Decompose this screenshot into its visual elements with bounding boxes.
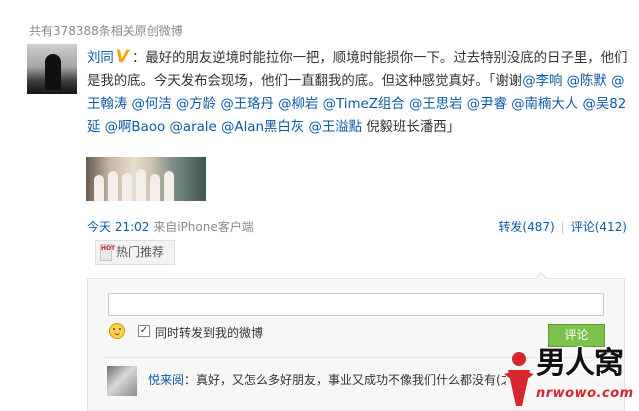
post-image-thumbnail[interactable] [86, 157, 206, 201]
comment-colon: ： [184, 373, 197, 387]
mention-link[interactable]: @王溢點 [308, 120, 362, 135]
post-body: 刘同 V ：最好的朋友逆境时能拉你一把，顺境时能损你一下。过去特别没底的日子里，他们… [87, 46, 632, 139]
mention-link[interactable]: @Alan黑白灰 [221, 120, 304, 135]
comment-link[interactable]: 评论(412) [571, 220, 627, 234]
emoticon-icon[interactable] [109, 323, 125, 339]
post-text-tail: 倪毅班长潘西」 [362, 120, 460, 135]
comment-panel-arrow-inner [536, 274, 546, 279]
site-watermark: 男人窝 nrwowo.com [500, 346, 635, 410]
mention-link[interactable]: @方龄 [176, 97, 216, 112]
hot-recommend-label: 热门推荐 [116, 245, 165, 259]
hot-recommend-button[interactable]: HOT 热门推荐 [95, 240, 175, 265]
post-time-link[interactable]: 今天 21:02 [87, 220, 149, 234]
repost-checkbox-label[interactable]: 同时转发到我的微博 [155, 324, 263, 341]
hot-flag-icon: HOT [100, 244, 115, 261]
mention-link[interactable]: @陈默 [567, 74, 607, 89]
mention-link[interactable]: @柳岩 [278, 97, 318, 112]
post-meta: 今天 21:02 来自iPhone客户端 [87, 218, 254, 235]
search-result-count: 共有378388条相关原创微博 [29, 24, 183, 38]
commenter-avatar[interactable] [107, 366, 137, 396]
watermark-url: nrwowo.com [536, 386, 634, 401]
mention-link[interactable]: @南楠大人 [511, 97, 578, 112]
mention-link[interactable]: @王珞丹 [220, 97, 274, 112]
mention-link[interactable]: @李响 [522, 74, 562, 89]
comment-item: 悦来阅：真好，又怎么多好朋友，事业又成功不像我们什么都没有(之 [148, 371, 506, 388]
watermark-text: 男人窝 [536, 346, 624, 381]
comment-text: 真好，又怎么多好朋友，事业又成功不像我们什么都没有(之 [196, 373, 506, 387]
repost-link[interactable]: 转发(487) [498, 220, 554, 234]
comment-submit-button[interactable]: 评论 [548, 324, 605, 347]
mention-link[interactable]: @TimeZ组合 [323, 97, 405, 112]
author-name[interactable]: 刘同 [87, 51, 114, 66]
comment-input[interactable] [108, 293, 604, 316]
commenter-name[interactable]: 悦来阅 [148, 373, 184, 387]
author-colon: ： [131, 51, 146, 66]
mention-link[interactable]: @arale [169, 120, 216, 135]
post-source: 来自iPhone客户端 [153, 220, 254, 234]
mention-link[interactable]: @王思岩 [409, 97, 463, 112]
mention-link[interactable]: @啊Baoo [105, 120, 166, 135]
mention-link[interactable]: @何洁 [131, 97, 171, 112]
watermark-logo-icon [504, 352, 534, 406]
author-avatar[interactable] [27, 44, 77, 94]
action-separator: | [560, 220, 565, 234]
post-actions: 转发(487) | 评论(412) [498, 218, 627, 235]
mention-link[interactable]: @尹睿 [467, 97, 507, 112]
verified-badge-icon[interactable]: V [116, 47, 129, 67]
repost-checkbox[interactable]: ✓ [138, 325, 150, 337]
